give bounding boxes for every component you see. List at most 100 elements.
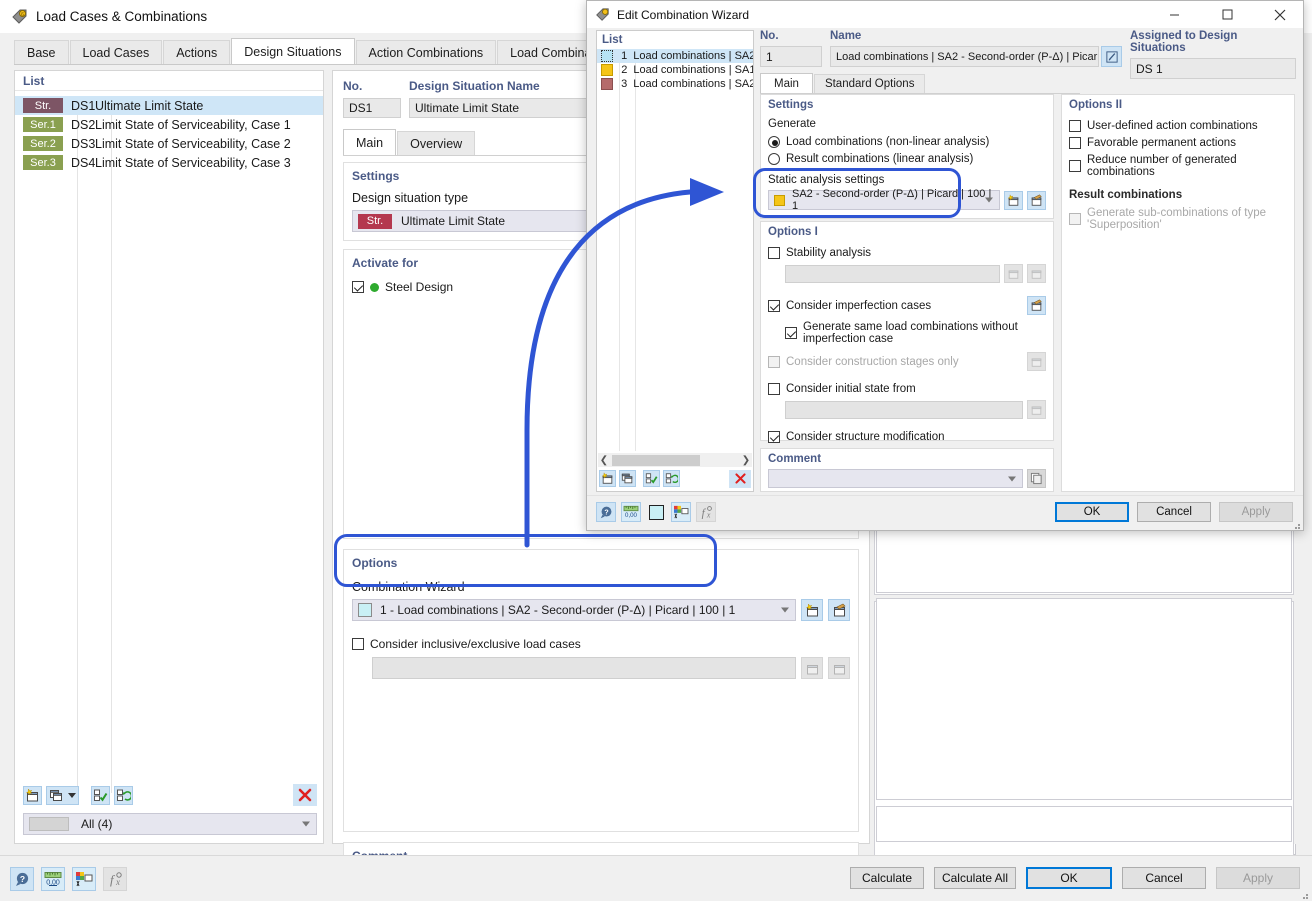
resize-grip[interactable] <box>1299 889 1309 899</box>
consider-structure-modification-checkbox[interactable] <box>768 431 780 443</box>
generate-same-without-imperfection-checkbox[interactable] <box>785 327 797 339</box>
list-item[interactable]: 3 Load combinations | SA2 - Secon <box>597 77 753 91</box>
main-button-row: Calculate Calculate All OK Cancel Apply <box>850 867 1300 889</box>
delete-combination-button[interactable] <box>729 470 751 488</box>
formula-icon[interactable]: f x <box>696 502 716 522</box>
reduce-number-of-generated-combinations-row[interactable]: Reduce number of generated combinations <box>1069 154 1287 178</box>
tab-load-cases[interactable]: Load Cases <box>70 40 163 64</box>
dialog-comment-field[interactable] <box>768 469 1023 488</box>
edit-imperfection-cases-button[interactable] <box>1027 296 1046 315</box>
tab-design-situations[interactable]: Design Situations <box>231 38 354 64</box>
dialog-resize-grip[interactable] <box>1292 519 1301 528</box>
detail-tab-overview[interactable]: Overview <box>397 131 475 155</box>
dialog-name-field[interactable]: Load combinations | SA2 - Second-order (… <box>830 46 1099 67</box>
tab-actions[interactable]: Actions <box>163 40 230 64</box>
edit-static-analysis-button[interactable] <box>1027 191 1046 210</box>
list-item[interactable]: 2 Load combinations | SA1 - Geom <box>597 63 753 77</box>
dialog-assigned-label: Assigned to Design Situations <box>1130 30 1296 54</box>
units-icon[interactable]: 0,00 <box>621 502 641 522</box>
color-swatch-icon[interactable] <box>646 502 666 522</box>
scroll-left-icon[interactable]: ❮ <box>598 455 610 466</box>
result-combinations-section-label: Result combinations <box>1069 189 1287 201</box>
dialog-no-field[interactable]: 1 <box>760 46 822 67</box>
copy-item-button[interactable] <box>46 786 65 805</box>
copy-combination-button[interactable] <box>619 470 636 487</box>
dialog-comment-copy-button[interactable] <box>1027 469 1046 488</box>
user-defined-action-combinations-row[interactable]: User-defined action combinations <box>1069 120 1287 132</box>
units-icon[interactable]: 0,00 <box>41 867 65 891</box>
display-properties-icon[interactable] <box>671 502 691 522</box>
help-icon[interactable]: ? <box>596 502 616 522</box>
new-combination-button[interactable] <box>599 470 616 487</box>
new-item-button[interactable] <box>23 786 42 805</box>
stability-analysis-field <box>785 265 1000 283</box>
consider-inclusive-label: Consider inclusive/exclusive load cases <box>370 637 581 651</box>
consider-inclusive-row[interactable]: Consider inclusive/exclusive load cases <box>352 637 850 651</box>
result-combinations-radio[interactable] <box>768 153 780 165</box>
table-row[interactable]: Ser.1 DS2 Limit State of Serviceability,… <box>15 115 323 134</box>
consider-initial-state-checkbox[interactable] <box>768 383 780 395</box>
list-header-label: List <box>23 74 44 88</box>
load-combinations-radio[interactable] <box>768 136 780 148</box>
minimize-icon[interactable] <box>1151 1 1197 28</box>
favorable-permanent-actions-checkbox[interactable] <box>1069 137 1081 149</box>
favorable-permanent-actions-row[interactable]: Favorable permanent actions <box>1069 137 1287 149</box>
combination-wizard-field[interactable]: 1 - Load combinations | SA2 - Second-ord… <box>352 599 796 621</box>
close-icon[interactable] <box>1257 1 1303 28</box>
select-all-combinations-button[interactable] <box>643 470 660 487</box>
generate-same-without-imperfection-row[interactable]: Generate same load combinations without … <box>785 321 1046 345</box>
delete-item-button[interactable] <box>293 784 317 806</box>
dialog-tab-standard-options[interactable]: Standard Options <box>814 74 926 93</box>
invert-selection-combinations-button[interactable] <box>663 470 680 487</box>
consider-imperfection-checkbox[interactable] <box>768 300 780 312</box>
reduce-number-of-generated-combinations-checkbox[interactable] <box>1069 160 1081 172</box>
dialog-ok-button[interactable]: OK <box>1055 502 1129 522</box>
edit-combination-wizard-button[interactable] <box>828 599 850 621</box>
combination-swatch-icon <box>601 78 613 90</box>
situation-type-badge: Ser.2 <box>23 136 63 151</box>
list-item[interactable]: 1 Load combinations | SA2 - Secon <box>597 49 753 63</box>
tab-action-combinations[interactable]: Action Combinations <box>356 40 497 64</box>
generate-load-combinations-row[interactable]: Load combinations (non-linear analysis) <box>768 136 1046 148</box>
consider-inclusive-checkbox[interactable] <box>352 638 364 650</box>
steel-design-checkbox[interactable] <box>352 281 364 293</box>
dialog-tab-main[interactable]: Main <box>760 73 813 93</box>
consider-imperfection-row[interactable]: Consider imperfection cases <box>768 300 1027 312</box>
table-row[interactable]: Ser.3 DS4 Limit State of Serviceability,… <box>15 153 323 172</box>
load-combinations-label: Load combinations (non-linear analysis) <box>786 136 989 148</box>
dialog-tabstrip: Main Standard Options <box>760 74 1080 94</box>
table-row[interactable]: Ser.2 DS3 Limit State of Serviceability,… <box>15 134 323 153</box>
dialog-cancel-button[interactable]: Cancel <box>1137 502 1211 522</box>
stability-analysis-checkbox[interactable] <box>768 247 780 259</box>
horizontal-scrollbar[interactable]: ❮ ❯ <box>598 453 752 467</box>
scroll-right-icon[interactable]: ❯ <box>740 455 752 466</box>
help-icon[interactable]: ? <box>10 867 34 891</box>
table-row[interactable]: Str. DS1 Ultimate Limit State <box>15 96 323 115</box>
consider-initial-state-row[interactable]: Consider initial state from <box>768 383 1046 395</box>
formula-icon[interactable]: f x <box>103 867 127 891</box>
detail-tab-main[interactable]: Main <box>343 129 396 155</box>
calculate-button[interactable]: Calculate <box>850 867 924 889</box>
stability-analysis-row[interactable]: Stability analysis <box>768 247 1046 259</box>
static-analysis-settings-combo[interactable]: SA2 - Second-order (P-Δ) | Picard | 100 … <box>768 190 1000 210</box>
copy-dropdown-button[interactable] <box>65 786 79 805</box>
list-filter-combo[interactable]: All (4) <box>23 813 317 835</box>
maximize-icon[interactable] <box>1204 1 1250 28</box>
new-static-analysis-button[interactable] <box>1004 191 1023 210</box>
invert-selection-button[interactable] <box>114 786 133 805</box>
new-combination-wizard-button[interactable] <box>801 599 823 621</box>
tab-base[interactable]: Base <box>14 40 69 64</box>
edit-name-icon[interactable] <box>1101 46 1122 67</box>
chevron-down-icon <box>781 608 789 613</box>
consider-structure-modification-row[interactable]: Consider structure modification <box>768 431 1046 443</box>
cancel-button[interactable]: Cancel <box>1122 867 1206 889</box>
scrollbar-thumb[interactable] <box>612 455 700 466</box>
detail-no-field[interactable]: DS1 <box>343 98 401 118</box>
user-defined-action-combinations-checkbox[interactable] <box>1069 120 1081 132</box>
situation-type-badge: Ser.1 <box>23 117 63 132</box>
display-properties-icon[interactable] <box>72 867 96 891</box>
generate-result-combinations-row[interactable]: Result combinations (linear analysis) <box>768 153 1046 165</box>
select-all-button[interactable] <box>91 786 110 805</box>
ok-button[interactable]: OK <box>1026 867 1112 889</box>
calculate-all-button[interactable]: Calculate All <box>934 867 1016 889</box>
